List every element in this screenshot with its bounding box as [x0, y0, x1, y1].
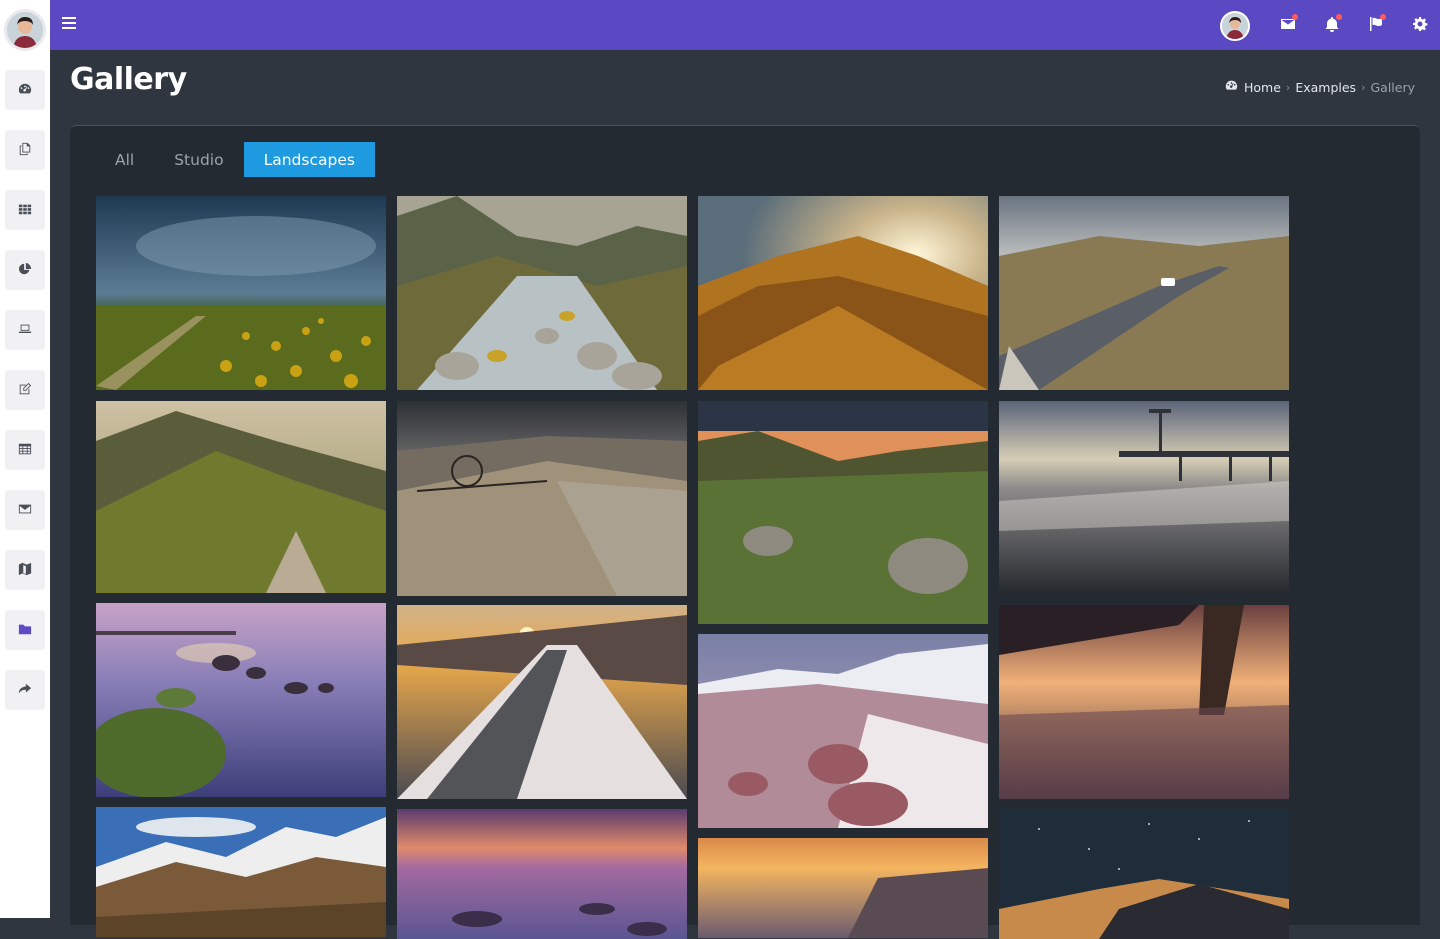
gallery-photo[interactable]	[397, 401, 687, 596]
breadcrumb-separator: ›	[1285, 80, 1291, 94]
notification-dot	[1380, 14, 1386, 20]
grid-icon	[18, 201, 32, 220]
sidebar-item-mail[interactable]	[5, 490, 45, 530]
avatar[interactable]	[4, 9, 46, 51]
sidebar-item-dashboard[interactable]	[5, 70, 45, 110]
gallery-photo[interactable]	[96, 603, 386, 797]
breadcrumb: Home › Examples › Gallery	[1225, 79, 1415, 95]
breadcrumb-examples[interactable]: Examples	[1295, 80, 1356, 95]
sidebar-item-ui[interactable]	[5, 310, 45, 350]
gallery-photo[interactable]	[96, 196, 386, 390]
tab-studio[interactable]: Studio	[154, 142, 243, 177]
hamburger-icon[interactable]	[62, 17, 76, 33]
gallery-photo[interactable]	[999, 196, 1289, 390]
gallery-photo[interactable]	[397, 809, 687, 939]
sidebar-item-grid[interactable]	[5, 190, 45, 230]
filter-tabs: All Studio Landscapes	[95, 142, 375, 177]
mail-button[interactable]	[1280, 14, 1298, 34]
sidebar-item-maps[interactable]	[5, 550, 45, 590]
flags-button[interactable]	[1368, 14, 1386, 34]
gallery-photo[interactable]	[698, 401, 988, 624]
laptop-icon	[18, 321, 32, 340]
settings-button[interactable]	[1412, 16, 1430, 34]
gear-icon	[1412, 17, 1428, 36]
gallery-photo[interactable]	[397, 196, 687, 390]
sidebar-item-tables[interactable]	[5, 430, 45, 470]
pie-chart-icon	[18, 261, 32, 280]
gallery-photo[interactable]	[999, 809, 1289, 939]
sidebar	[0, 0, 50, 918]
gallery-photo[interactable]	[698, 196, 988, 390]
user-avatar[interactable]	[1220, 11, 1250, 41]
notification-dot	[1292, 14, 1298, 20]
sidebar-item-copy[interactable]	[5, 130, 45, 170]
gallery-grid	[96, 196, 1296, 939]
breadcrumb-separator: ›	[1361, 80, 1366, 94]
copy-icon	[18, 141, 32, 160]
breadcrumb-home[interactable]: Home	[1244, 80, 1281, 95]
gallery-photo[interactable]	[397, 605, 687, 799]
gallery-photo[interactable]	[96, 401, 386, 593]
sidebar-item-charts[interactable]	[5, 250, 45, 290]
tab-landscapes[interactable]: Landscapes	[243, 142, 375, 177]
dashboard-icon	[1225, 79, 1244, 95]
gallery-card: All Studio Landscapes	[70, 125, 1420, 939]
notification-dot	[1336, 14, 1342, 20]
folder-icon	[18, 621, 32, 640]
page-title: Gallery	[70, 62, 187, 97]
dashboard-icon	[18, 81, 32, 100]
map-icon	[18, 561, 32, 580]
breadcrumb-current: Gallery	[1370, 79, 1415, 95]
notifications-button[interactable]	[1324, 14, 1342, 34]
gallery-photo[interactable]	[999, 401, 1289, 595]
envelope-icon	[18, 501, 32, 520]
topbar	[50, 0, 1440, 50]
gallery-photo[interactable]	[698, 634, 988, 828]
gallery-photo[interactable]	[698, 838, 988, 938]
sidebar-item-forms[interactable]	[5, 370, 45, 410]
share-icon	[18, 681, 32, 700]
edit-icon	[18, 381, 32, 400]
tab-all[interactable]: All	[95, 142, 154, 177]
table-icon	[18, 441, 32, 460]
sidebar-item-files[interactable]	[5, 610, 45, 650]
gallery-photo[interactable]	[999, 605, 1289, 799]
sidebar-item-share[interactable]	[5, 670, 45, 710]
